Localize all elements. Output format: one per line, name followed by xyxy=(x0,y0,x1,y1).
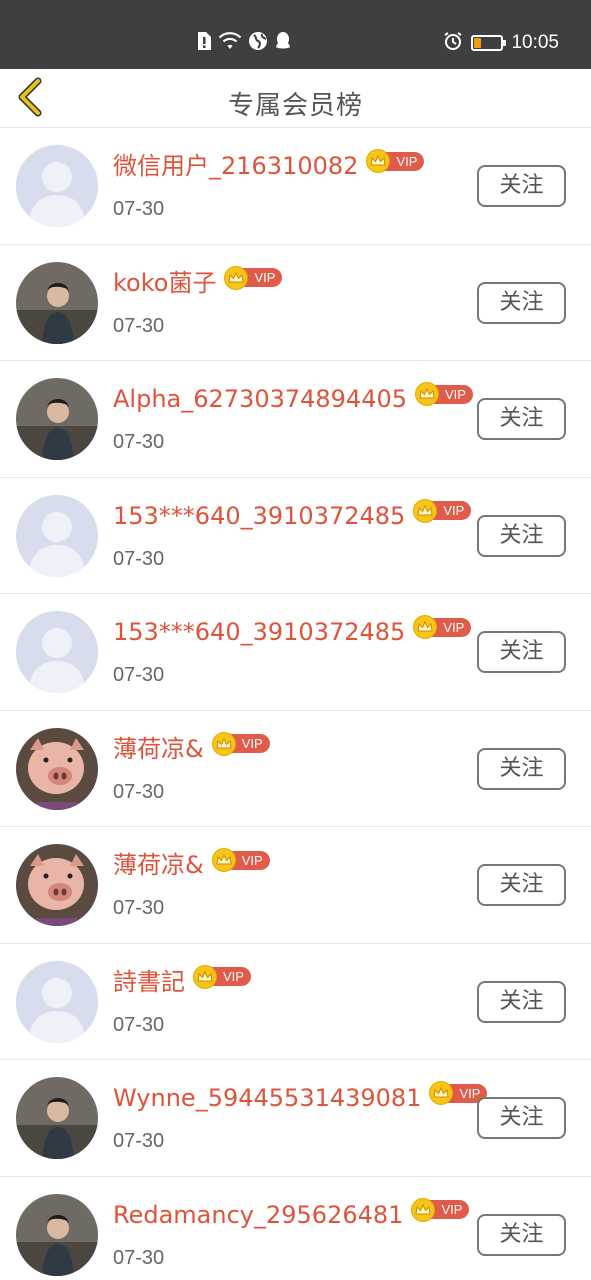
default-avatar[interactable] xyxy=(16,960,98,1043)
follow-button[interactable]: 关注 xyxy=(477,165,566,207)
user-name[interactable]: Alpha_62730374894405 xyxy=(113,383,407,415)
user-name[interactable]: Wynne_59445531439081 xyxy=(113,1082,421,1114)
follow-button[interactable]: 关注 xyxy=(477,281,566,324)
list-item[interactable]: Redamancy_295626481 VIP 07-30 关注 xyxy=(0,1176,591,1280)
crown-icon xyxy=(211,731,236,756)
follow-button[interactable]: 关注 xyxy=(477,1097,566,1139)
status-bar: 10:05 xyxy=(0,0,591,69)
crown-icon xyxy=(415,382,440,406)
photo-avatar[interactable] xyxy=(16,378,98,460)
vip-badge: VIP xyxy=(413,498,472,523)
crown-icon xyxy=(413,498,438,523)
pig-avatar[interactable] xyxy=(16,727,98,810)
date-label: 07-30 xyxy=(113,780,165,803)
vip-badge: VIP xyxy=(211,731,270,756)
user-name[interactable]: Redamancy_295626481 xyxy=(113,1199,403,1231)
date-label: 07-30 xyxy=(113,1013,165,1036)
vip-badge: VIP xyxy=(366,149,425,173)
list-item[interactable]: 詩書記 VIP 07-30 关注 xyxy=(0,943,591,1060)
vip-badge: VIP xyxy=(211,848,270,872)
photo-avatar[interactable] xyxy=(16,1193,98,1276)
alarm-icon xyxy=(443,31,463,55)
date-label: 07-30 xyxy=(113,897,165,919)
photo-avatar[interactable] xyxy=(16,261,98,344)
vip-badge: VIP xyxy=(193,964,251,989)
pig-avatar[interactable] xyxy=(16,844,98,926)
list-item[interactable]: Alpha_62730374894405 VIP 07-30 关注 xyxy=(0,361,591,478)
user-name[interactable]: 153***640_3910372485 xyxy=(113,500,405,532)
user-name[interactable]: 詩書記 xyxy=(113,966,185,998)
status-icons-right: 10:05 xyxy=(443,31,559,55)
date-label: 07-30 xyxy=(113,198,165,220)
date-label: 07-30 xyxy=(113,547,165,570)
qq-icon xyxy=(274,31,292,55)
crown-icon xyxy=(211,848,236,872)
date-label: 07-30 xyxy=(113,314,165,337)
follow-button[interactable]: 关注 xyxy=(477,980,566,1023)
list-item[interactable]: 153***640_3910372485 VIP 07-30 关注 xyxy=(0,477,591,594)
list-item[interactable]: 薄荷凉& VIP 07-30 关注 xyxy=(0,710,591,827)
date-label: 07-30 xyxy=(113,431,165,453)
list-item[interactable]: 微信用户_216310082 VIP 07-30 关注 xyxy=(0,128,591,245)
user-name[interactable]: 薄荷凉& xyxy=(113,849,204,881)
battery-level xyxy=(474,38,481,48)
default-avatar[interactable] xyxy=(16,611,98,693)
globe-icon xyxy=(248,31,268,55)
wifi-icon xyxy=(218,31,242,55)
crown-icon xyxy=(193,964,217,989)
photo-avatar[interactable] xyxy=(16,1077,98,1159)
user-name[interactable]: 薄荷凉& xyxy=(113,733,204,765)
follow-button[interactable]: 关注 xyxy=(477,514,566,557)
crown-icon xyxy=(411,1197,436,1222)
follow-button[interactable]: 关注 xyxy=(477,747,566,790)
default-avatar[interactable] xyxy=(16,494,98,577)
vip-badge: VIP xyxy=(415,382,473,406)
page-title: 专属会员榜 xyxy=(227,91,363,121)
date-label: 07-30 xyxy=(113,664,165,686)
user-name[interactable]: 微信用户_216310082 xyxy=(113,150,358,182)
battery-icon xyxy=(471,35,507,51)
list-item[interactable]: Wynne_59445531439081 VIP 07-30 关注 xyxy=(0,1060,591,1177)
user-name[interactable]: koko菌子 xyxy=(113,267,216,299)
follow-button[interactable]: 关注 xyxy=(477,631,566,673)
list-item[interactable]: koko菌子 VIP 07-30 关注 xyxy=(0,244,591,361)
sim-alert-icon xyxy=(196,31,212,55)
list-item[interactable]: 153***640_3910372485 VIP 07-30 关注 xyxy=(0,594,591,711)
follow-button[interactable]: 关注 xyxy=(477,398,566,440)
date-label: 07-30 xyxy=(113,1246,165,1269)
user-name[interactable]: 153***640_3910372485 xyxy=(113,616,405,648)
follow-button[interactable]: 关注 xyxy=(477,864,566,906)
status-icons-left xyxy=(196,31,292,55)
follow-button[interactable]: 关注 xyxy=(477,1213,566,1256)
vip-badge: VIP xyxy=(411,1197,470,1222)
list-item[interactable]: 薄荷凉& VIP 07-30 关注 xyxy=(0,827,591,944)
crown-icon xyxy=(224,265,249,290)
member-list: 微信用户_216310082 VIP 07-30 关注 koko菌子 VIP 0… xyxy=(0,128,591,1280)
status-time: 10:05 xyxy=(511,32,559,53)
date-label: 07-30 xyxy=(113,1130,165,1152)
vip-badge: VIP xyxy=(413,615,472,639)
default-avatar[interactable] xyxy=(16,145,98,227)
vip-badge: VIP xyxy=(224,265,283,290)
nav-bar: 专属会员榜 xyxy=(0,69,591,128)
